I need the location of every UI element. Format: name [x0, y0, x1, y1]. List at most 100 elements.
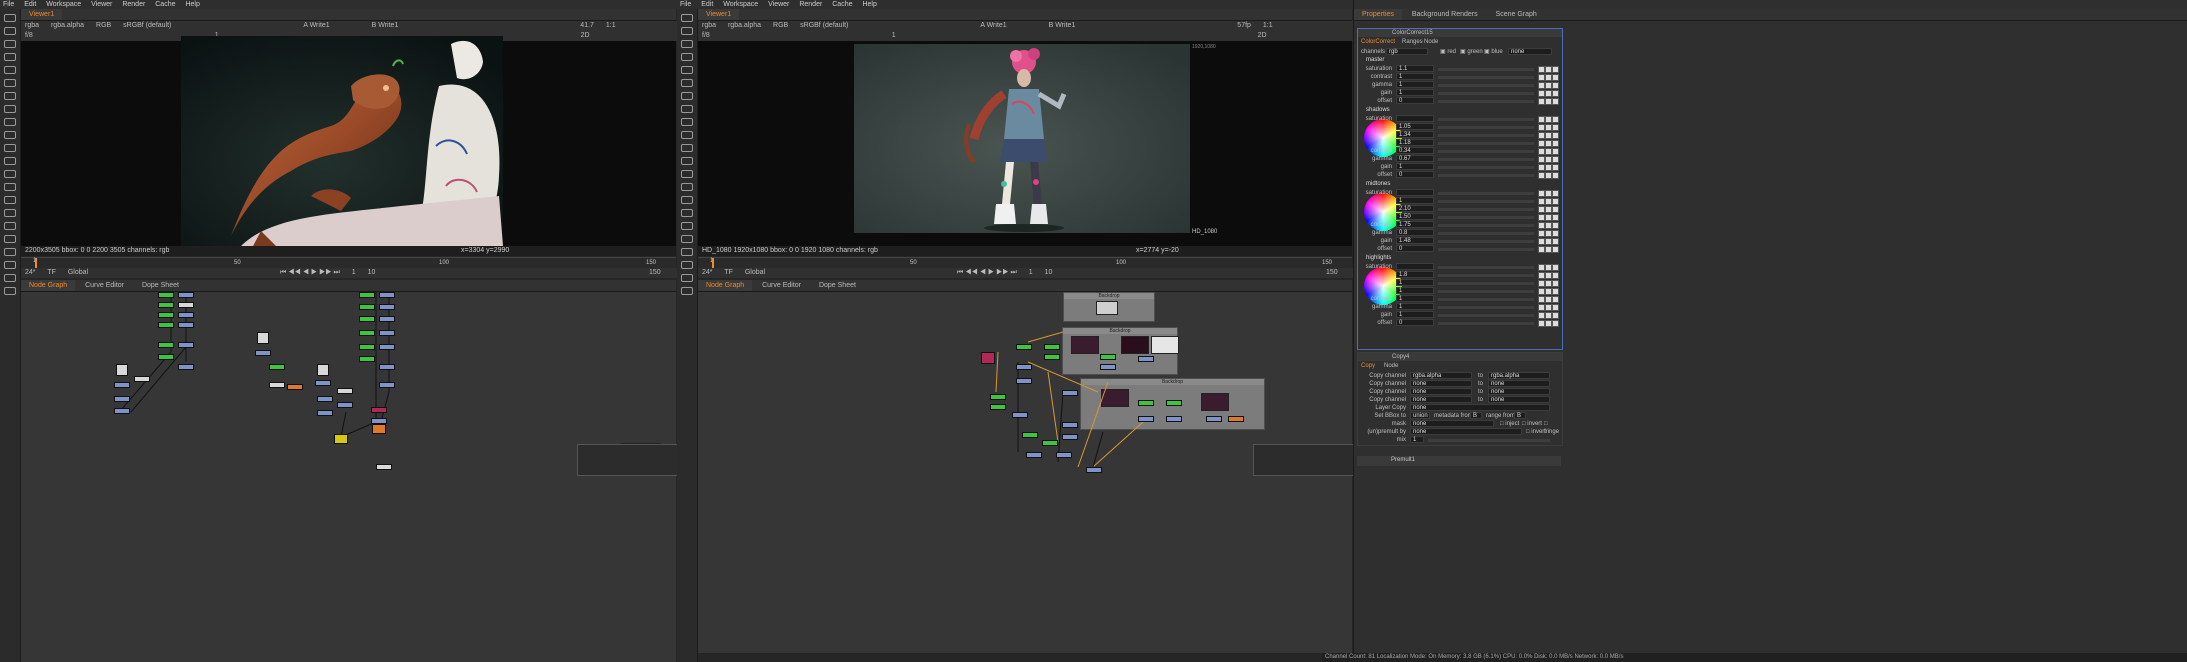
node-green[interactable]: [158, 322, 174, 328]
param-button-icon[interactable]: [1538, 148, 1545, 155]
section-midtones[interactable]: midtones: [1366, 181, 1390, 187]
node-blue[interactable]: [1016, 364, 1032, 370]
param-slider[interactable]: [1438, 240, 1534, 243]
premult-node-name-field[interactable]: Premult1: [1391, 456, 1415, 465]
param-button-icon[interactable]: [1545, 214, 1552, 221]
node-blue[interactable]: [1016, 378, 1032, 384]
param-button-icon[interactable]: [1538, 140, 1545, 147]
time-tool-icon[interactable]: [681, 66, 693, 74]
param-button-icon[interactable]: [1538, 124, 1545, 131]
param-slider[interactable]: [1438, 248, 1534, 251]
param-value-field[interactable]: 1: [1396, 295, 1434, 302]
node-blue[interactable]: [379, 304, 395, 310]
param-button-icon[interactable]: [1545, 164, 1552, 171]
param-value-field[interactable]: 1: [1396, 81, 1434, 88]
param-button-icon[interactable]: [1552, 222, 1559, 229]
node-green[interactable]: [158, 292, 174, 298]
param-button-icon[interactable]: [1552, 230, 1559, 237]
tab-node-graph[interactable]: Node Graph: [21, 280, 76, 291]
range-dropdown[interactable]: Global: [745, 269, 765, 276]
param-button-icon[interactable]: [1552, 164, 1559, 171]
zoom-readout[interactable]: 41.7: [580, 22, 594, 29]
end-frame-field[interactable]: 150: [1326, 268, 1338, 278]
param-button-icon[interactable]: [1538, 304, 1545, 311]
channels-dropdown[interactable]: rgba: [25, 22, 39, 29]
param-button-icon[interactable]: [1538, 238, 1545, 245]
node-blue[interactable]: [178, 364, 194, 370]
param-button-icon[interactable]: [1552, 280, 1559, 287]
copy-to-dropdown[interactable]: none: [1488, 388, 1550, 395]
input-a-dropdown[interactable]: A Write1: [303, 22, 329, 29]
param-value-field[interactable]: 1.05: [1396, 123, 1434, 130]
other-tool-icon[interactable]: [4, 235, 16, 243]
metadata-tool-icon[interactable]: [681, 183, 693, 191]
copy-from-dropdown[interactable]: none: [1410, 396, 1472, 403]
param-button-icon[interactable]: [1552, 90, 1559, 97]
param-button-icon[interactable]: [1545, 280, 1552, 287]
settings-tool-icon[interactable]: [4, 287, 16, 295]
param-value-field[interactable]: 0: [1396, 97, 1434, 104]
node-white[interactable]: [134, 376, 150, 382]
param-button-icon[interactable]: [1552, 82, 1559, 89]
param-button-icon[interactable]: [1538, 198, 1545, 205]
filter-tool-icon[interactable]: [681, 105, 693, 113]
menu-edit[interactable]: Edit: [24, 1, 36, 8]
param-value-field[interactable]: [1396, 189, 1434, 196]
param-button-icon[interactable]: [1545, 288, 1552, 295]
node-orange[interactable]: [287, 384, 303, 390]
param-button-icon[interactable]: [1545, 90, 1552, 97]
node-green[interactable]: [990, 394, 1006, 400]
param-button-icon[interactable]: [1538, 206, 1545, 213]
input-a-dropdown[interactable]: A Write1: [980, 22, 1006, 29]
gizmo-tool-icon[interactable]: [681, 274, 693, 282]
menu-cache[interactable]: Cache: [832, 1, 852, 8]
param-slider[interactable]: [1438, 118, 1534, 121]
tab-properties[interactable]: Properties: [1354, 9, 1402, 20]
param-slider[interactable]: [1438, 314, 1534, 317]
deep-tool-icon[interactable]: [4, 209, 16, 217]
param-value-field[interactable]: 1: [1396, 89, 1434, 96]
menu-help[interactable]: Help: [862, 1, 876, 8]
param-slider[interactable]: [1438, 208, 1534, 211]
node-name-field[interactable]: ColorCorrect15: [1392, 29, 1433, 37]
param-button-icon[interactable]: [1538, 296, 1545, 303]
param-value-field[interactable]: 1.48: [1396, 237, 1434, 244]
param-slider[interactable]: [1438, 92, 1534, 95]
node-read[interactable]: [116, 364, 128, 376]
node-green[interactable]: [359, 292, 375, 298]
param-button-icon[interactable]: [1552, 312, 1559, 319]
image-tool-icon[interactable]: [681, 40, 693, 48]
param-slider[interactable]: [1438, 126, 1534, 129]
param-slider[interactable]: [1438, 76, 1534, 79]
colorspace-dropdown[interactable]: RGB: [96, 22, 111, 29]
furnace-tool-icon[interactable]: [681, 248, 693, 256]
input-b-dropdown[interactable]: B Write1: [372, 22, 399, 29]
range-dropdown[interactable]: Global: [68, 269, 88, 276]
param-value-field[interactable]: 1: [1396, 163, 1434, 170]
param-slider[interactable]: [1438, 68, 1534, 71]
invert-checkbox[interactable]: □ invert: [1522, 420, 1542, 428]
section-shadows[interactable]: shadows: [1366, 107, 1390, 113]
view-mode-dropdown[interactable]: 2D: [1258, 32, 1267, 39]
param-button-icon[interactable]: [1538, 246, 1545, 253]
cara-tool-icon[interactable]: [681, 261, 693, 269]
param-button-icon[interactable]: [1545, 132, 1552, 139]
node-green[interactable]: [359, 304, 375, 310]
param-slider[interactable]: [1438, 282, 1534, 285]
param-button-icon[interactable]: [1552, 320, 1559, 327]
node-blue[interactable]: [178, 322, 194, 328]
tab-colorcorrect[interactable]: ColorCorrect: [1361, 38, 1395, 46]
section-master[interactable]: master: [1366, 57, 1384, 63]
extra-channel-dropdown[interactable]: none: [1508, 48, 1552, 55]
param-button-icon[interactable]: [1552, 264, 1559, 271]
param-value-field[interactable]: 1.34: [1396, 131, 1434, 138]
param-button-icon[interactable]: [1552, 124, 1559, 131]
right-node-graph[interactable]: Backdrop Backdrop Backdrop: [698, 292, 1354, 653]
param-button-icon[interactable]: [1545, 230, 1552, 237]
param-button-icon[interactable]: [1538, 214, 1545, 221]
tab-node-graph[interactable]: Node Graph: [698, 280, 753, 291]
graph-minimap[interactable]: [1253, 444, 1354, 476]
copy-to-dropdown[interactable]: rgba.alpha: [1488, 372, 1550, 379]
node-green[interactable]: [1044, 354, 1060, 360]
metadata-tool-icon[interactable]: [4, 183, 16, 191]
